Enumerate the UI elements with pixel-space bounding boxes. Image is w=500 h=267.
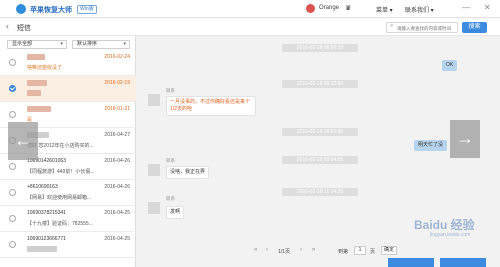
contact-name <box>27 80 47 86</box>
contact-name: 10690378215341 <box>27 210 66 216</box>
contact-name <box>27 106 51 112</box>
back-icon[interactable]: ‹ <box>6 21 9 31</box>
export-button[interactable] <box>388 258 434 267</box>
contact-avatar <box>148 164 160 176</box>
timestamp: 2016-02-18 11:14:25 <box>282 188 358 196</box>
contact-us-button[interactable]: 联系我们 ▾ <box>405 5 434 14</box>
menu-button[interactable]: 菜单 ▾ <box>376 5 393 14</box>
chevron-down-icon: ▾ <box>123 41 126 47</box>
list-item[interactable]: 2016-02-19 <box>0 76 136 102</box>
timestamp: 2016-02-18 09:01:05 <box>282 128 358 136</box>
title-bar: 苹果恢复大师 Win版 Orange ♛ 菜单 ▾ 联系我们 ▾ — ✕ <box>0 0 500 18</box>
show-filter-select[interactable]: 显示全部 ▾ <box>7 40 67 49</box>
select-radio[interactable] <box>9 189 16 196</box>
sort-select[interactable]: 默认排序 ▾ <box>72 40 130 49</box>
goto-page-button[interactable]: 确定 <box>381 246 397 255</box>
app-logo-icon <box>16 4 26 14</box>
timestamp: 2016-02-18 09:04:05 <box>282 156 358 164</box>
list-item[interactable]: 10690123666771 2016-04-25 <box>0 232 136 258</box>
vip-crown-icon: ♛ <box>345 5 352 12</box>
close-button[interactable]: ✕ <box>484 3 491 12</box>
contact-name <box>27 54 45 60</box>
select-radio[interactable] <box>9 163 16 170</box>
outgoing-message: OK <box>442 60 458 71</box>
list-item[interactable]: +8610690163 2016-04-26 【网易】欢迎使用网易邮箱... <box>0 180 136 206</box>
sender-name: 联系 <box>166 196 175 201</box>
contact-name: 10690123666771 <box>27 236 66 242</box>
message-date: 2016-01-21 <box>104 106 130 112</box>
message-date: 2016-04-27 <box>104 132 130 138</box>
sender-name: 联系 <box>166 158 175 163</box>
message-date: 2016-04-26 <box>104 184 130 190</box>
minimize-button[interactable]: — <box>462 3 470 12</box>
select-radio[interactable] <box>9 215 16 222</box>
app-title: 苹果恢复大师 <box>30 7 72 14</box>
pagination: « ‹ 1/1页 › » 到第 1 页 确定 <box>136 244 500 258</box>
select-radio[interactable] <box>9 111 16 118</box>
message-date: 2016-04-25 <box>104 210 130 216</box>
recover-button[interactable] <box>440 258 486 267</box>
message-date: 2016-04-26 <box>104 158 130 164</box>
timestamp: 2016-02-18 08:32:50 <box>282 80 358 88</box>
user-avatar[interactable] <box>306 4 315 13</box>
prev-page-button[interactable]: ‹ <box>266 247 268 253</box>
search-button[interactable]: 搜索 <box>462 22 487 33</box>
message-preview: 啥嘛还能收没了 <box>27 65 63 71</box>
page-unit-label: 页 <box>370 249 376 255</box>
message-date: 2016-02-19 <box>104 80 130 86</box>
message-preview: 【网易】欢迎使用网易邮箱... <box>27 195 92 201</box>
goto-label: 到第 <box>338 249 349 255</box>
message-preview: 【十九楼】验证码：782555... <box>27 221 93 227</box>
outgoing-message: 明天忙了没 <box>414 140 448 151</box>
message-date: 2016-02-24 <box>104 54 130 60</box>
page-info: 1/1页 <box>278 249 290 255</box>
search-icon: ⌕ <box>390 23 394 29</box>
contact-avatar <box>148 94 160 106</box>
incoming-message: 没啥，我正在弄 <box>166 166 210 179</box>
message-preview <box>27 246 57 252</box>
baidu-watermark-url: jingyan.baidu.com <box>430 232 471 238</box>
timestamp: 2016-02-18 06:56:10 <box>282 44 358 52</box>
last-page-button[interactable]: » <box>312 247 315 253</box>
list-item[interactable]: 10690378215341 2016-04-25 【十九楼】验证码：78255… <box>0 206 136 232</box>
first-page-button[interactable]: « <box>254 247 257 253</box>
app-edition-badge: Win版 <box>77 5 97 14</box>
select-radio[interactable] <box>9 59 16 66</box>
previous-arrow-icon[interactable]: ← <box>8 122 38 160</box>
message-date: 2016-04-25 <box>104 236 130 242</box>
message-preview <box>27 90 41 96</box>
page-title: 短信 <box>17 25 31 32</box>
select-radio[interactable] <box>9 85 16 92</box>
user-name[interactable]: Orange <box>319 5 339 11</box>
message-preview: 【同程旅游】449前！小长假... <box>27 169 95 175</box>
incoming-message: 一月没事的，不过你确好看还是来个1/2天的哈 <box>166 96 256 116</box>
next-page-button[interactable]: › <box>300 247 302 253</box>
chevron-down-icon: ▾ <box>60 41 63 47</box>
contact-name: +8610690163 <box>27 184 58 190</box>
list-item[interactable]: 2016-02-24 啥嘛还能收没了 <box>0 50 136 76</box>
page-number-input[interactable]: 1 <box>354 246 366 255</box>
incoming-message: 发啊 <box>166 206 185 219</box>
select-radio[interactable] <box>9 241 16 248</box>
baidu-watermark: Baidu 经验 <box>414 218 475 232</box>
sender-name: 联系 <box>166 88 175 93</box>
next-arrow-icon[interactable]: → <box>450 120 480 158</box>
contact-avatar <box>148 202 160 214</box>
search-input[interactable] <box>386 22 458 33</box>
sub-header: ‹ 短信 ⌕ 搜索 <box>0 18 500 36</box>
